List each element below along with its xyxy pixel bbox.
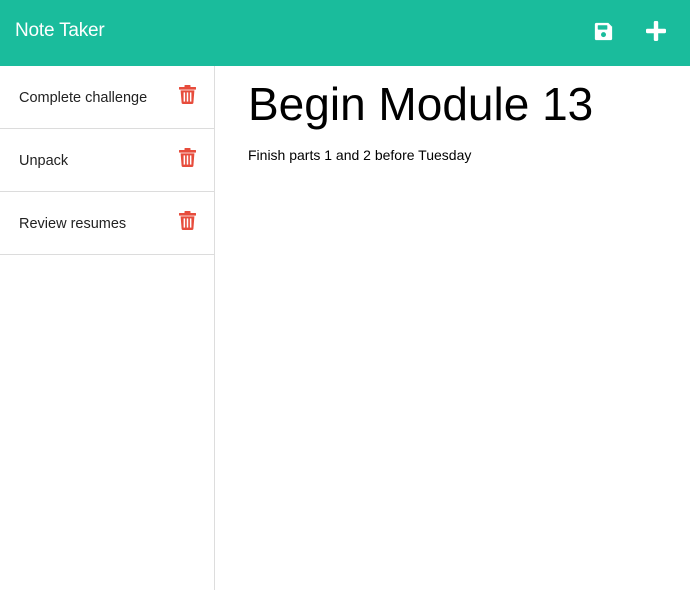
navbar: Note Taker	[0, 0, 690, 66]
plus-icon	[646, 21, 666, 41]
note-list-title[interactable]: Unpack	[19, 152, 68, 170]
trash-icon	[179, 148, 196, 167]
list-item[interactable]: Review resumes	[0, 192, 214, 255]
note-title-input[interactable]	[248, 76, 678, 132]
save-note-button[interactable]	[590, 18, 616, 44]
note-list-title[interactable]: Complete challenge	[19, 89, 147, 107]
delete-note-button[interactable]	[179, 85, 196, 104]
note-text-area[interactable]: Finish parts 1 and 2 before Tuesday	[248, 146, 678, 566]
new-note-button[interactable]	[643, 18, 669, 44]
note-list: Complete challenge Unpack Review resumes	[0, 66, 214, 255]
trash-icon	[179, 85, 196, 104]
app-title[interactable]: Note Taker	[15, 19, 105, 43]
list-item[interactable]: Complete challenge	[0, 66, 214, 129]
floppy-disk-icon	[594, 22, 612, 40]
note-editor: Finish parts 1 and 2 before Tuesday	[216, 66, 690, 590]
note-list-title[interactable]: Review resumes	[19, 215, 126, 233]
trash-icon	[179, 211, 196, 230]
list-item[interactable]: Unpack	[0, 129, 214, 192]
delete-note-button[interactable]	[179, 148, 196, 167]
note-list-sidebar: Complete challenge Unpack Review resumes	[0, 66, 215, 590]
delete-note-button[interactable]	[179, 211, 196, 230]
